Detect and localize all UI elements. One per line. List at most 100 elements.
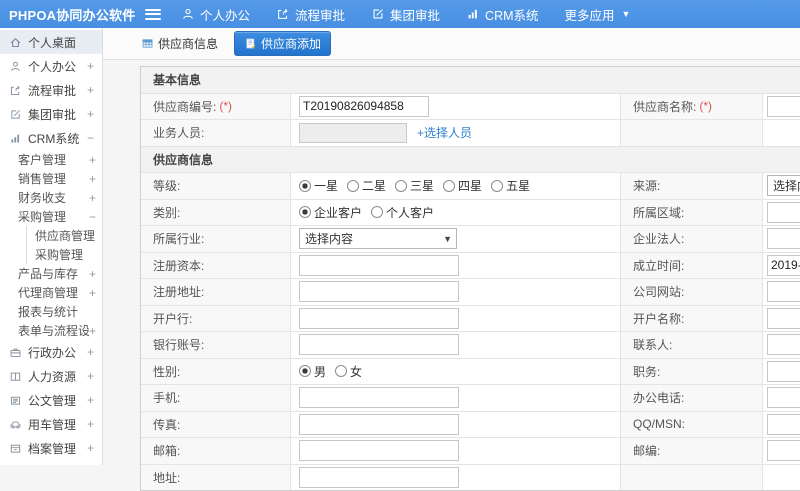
expand-toggle[interactable]: + [87, 59, 94, 73]
category-radio[interactable] [371, 206, 384, 219]
email-input[interactable] [299, 440, 459, 462]
source-select[interactable]: 选择内容▼ [767, 175, 800, 197]
sidebar-item-vehicle[interactable]: 用车管理 + [0, 412, 102, 436]
expand-toggle[interactable]: + [89, 267, 96, 281]
level-radio[interactable] [299, 179, 311, 192]
level-option[interactable]: 二星 [347, 177, 386, 194]
address-input[interactable] [299, 466, 459, 488]
sidebar-item-agent-mgmt[interactable]: 代理商管理 + [0, 283, 102, 302]
expand-toggle[interactable]: + [87, 369, 94, 383]
menu-toggle-icon[interactable] [145, 8, 161, 20]
website-input[interactable] [767, 281, 800, 303]
flow-icon [9, 84, 22, 97]
sidebar-item-label: 代理商管理 [18, 286, 79, 300]
level-radio[interactable] [347, 179, 360, 192]
region-input[interactable] [767, 201, 800, 223]
category-option[interactable]: 企业客户 [299, 204, 362, 221]
sidebar-item-form-flow-settings[interactable]: 表单与流程设置 + [0, 321, 102, 340]
sidebar-item-supplier-mgmt[interactable]: 供应商管理 [27, 226, 102, 245]
level-radio[interactable] [395, 179, 408, 192]
section-header-basic: 基本信息 [141, 67, 800, 93]
tab-supplier-info[interactable]: 供应商信息 [133, 32, 226, 55]
form-row-level-source: 等级: 一星 二星 三星 四星 五星 来源: 选择内容▼ [141, 172, 800, 199]
expand-toggle[interactable]: + [87, 393, 94, 407]
level-option[interactable]: 三星 [395, 177, 434, 194]
expand-toggle[interactable]: + [89, 324, 96, 338]
gender-radio[interactable] [335, 365, 348, 378]
supplier-no-input[interactable] [299, 95, 429, 117]
level-radio[interactable] [491, 179, 504, 192]
gender-radio-group: 男 女 [291, 358, 621, 384]
sidebar-item-customer-mgmt[interactable]: 客户管理 + [0, 150, 102, 169]
expand-toggle[interactable]: + [87, 417, 94, 431]
field-label: 传真: [141, 411, 291, 437]
mobile-input[interactable] [299, 387, 459, 409]
field-label: 联系人: [621, 332, 763, 358]
expand-toggle[interactable]: + [87, 441, 94, 455]
industry-select[interactable]: 选择内容 ▼ [299, 228, 457, 250]
fax-input[interactable] [299, 413, 459, 435]
sidebar-item-group-approval[interactable]: 集团审批 + [0, 102, 102, 126]
sidebar-item-product-inventory[interactable]: 产品与库存 + [0, 264, 102, 283]
choose-staff-link[interactable]: +选择人员 [417, 124, 472, 141]
nav-item-crm[interactable]: CRM系统 [466, 5, 539, 24]
required-mark: (*) [699, 99, 713, 114]
zip-input[interactable] [767, 440, 800, 462]
nav-item-workflow-approval[interactable]: 流程审批 [276, 5, 345, 24]
level-option[interactable]: 五星 [491, 177, 530, 194]
level-option[interactable]: 一星 [299, 177, 338, 194]
sidebar-item-archives[interactable]: 档案管理 + [0, 436, 102, 460]
navbar-menu: 个人办公 流程审批 集团审批 CRM系统 更多应用 ▼ [181, 5, 630, 24]
expand-toggle[interactable]: + [89, 286, 96, 300]
expand-toggle[interactable]: + [87, 345, 94, 359]
sidebar-item-workflow-approval[interactable]: 流程审批 + [0, 78, 102, 102]
sidebar-item-crm[interactable]: CRM系统 − [0, 126, 102, 150]
gender-option[interactable]: 男 [299, 363, 326, 380]
category-radio[interactable] [299, 206, 311, 219]
level-radio[interactable] [443, 179, 456, 192]
expand-toggle[interactable]: + [89, 172, 96, 186]
qq-msn-input[interactable] [767, 413, 800, 435]
supplier-name-input[interactable] [767, 95, 800, 117]
established-input[interactable] [767, 254, 800, 276]
sidebar-item-purchase-mgmt[interactable]: 采购管理 − [0, 207, 102, 226]
nav-item-label: 流程审批 [295, 8, 346, 23]
nav-item-more-apps[interactable]: 更多应用 ▼ [565, 5, 631, 24]
sidebar-item-official-doc[interactable]: 公文管理 + [0, 388, 102, 412]
sidebar-item-label: 采购管理 [18, 210, 67, 224]
staff-input[interactable] [299, 122, 407, 143]
bank-input[interactable] [299, 307, 459, 329]
bank-account-input[interactable] [299, 334, 459, 356]
gender-radio[interactable] [299, 365, 311, 378]
sidebar-item-sales-mgmt[interactable]: 销售管理 + [0, 169, 102, 188]
expand-toggle[interactable]: + [89, 191, 96, 205]
level-option[interactable]: 四星 [443, 177, 482, 194]
expand-toggle[interactable]: + [87, 107, 94, 121]
expand-toggle[interactable]: + [89, 153, 96, 167]
sidebar-item-purchasing[interactable]: 采购管理 [27, 245, 102, 264]
reg-address-input[interactable] [299, 281, 459, 303]
sidebar-item-personal-office[interactable]: 个人办公 + [0, 54, 102, 78]
account-name-input[interactable] [767, 307, 800, 329]
tab-supplier-add[interactable]: 供应商添加 [234, 31, 332, 56]
field-label: 邮编: [621, 438, 763, 464]
nav-item-group-approval[interactable]: 集团审批 [371, 5, 440, 24]
position-input[interactable] [767, 360, 800, 382]
sidebar-item-admin-office[interactable]: 行政办公 + [0, 340, 102, 364]
legal-person-input[interactable] [767, 228, 800, 250]
category-option[interactable]: 个人客户 [371, 204, 434, 221]
capital-input[interactable] [299, 254, 459, 276]
field-label: 邮箱: [141, 438, 291, 464]
expand-toggle[interactable]: − [87, 131, 94, 145]
sidebar-item-reports[interactable]: 报表与统计 [0, 302, 102, 321]
expand-toggle[interactable]: + [87, 83, 94, 97]
sidebar-item-personal-desktop[interactable]: 个人桌面 [0, 30, 102, 54]
sidebar-item-hr[interactable]: 人力资源 + [0, 364, 102, 388]
nav-item-personal-office[interactable]: 个人办公 [181, 5, 250, 24]
expand-toggle[interactable]: − [89, 210, 96, 224]
gender-option[interactable]: 女 [335, 363, 362, 380]
office-phone-input[interactable] [767, 387, 800, 409]
section-header-supplier: 供应商信息 [141, 145, 800, 172]
contact-input[interactable] [767, 334, 800, 356]
sidebar-item-finance[interactable]: 财务收支 + [0, 188, 102, 207]
